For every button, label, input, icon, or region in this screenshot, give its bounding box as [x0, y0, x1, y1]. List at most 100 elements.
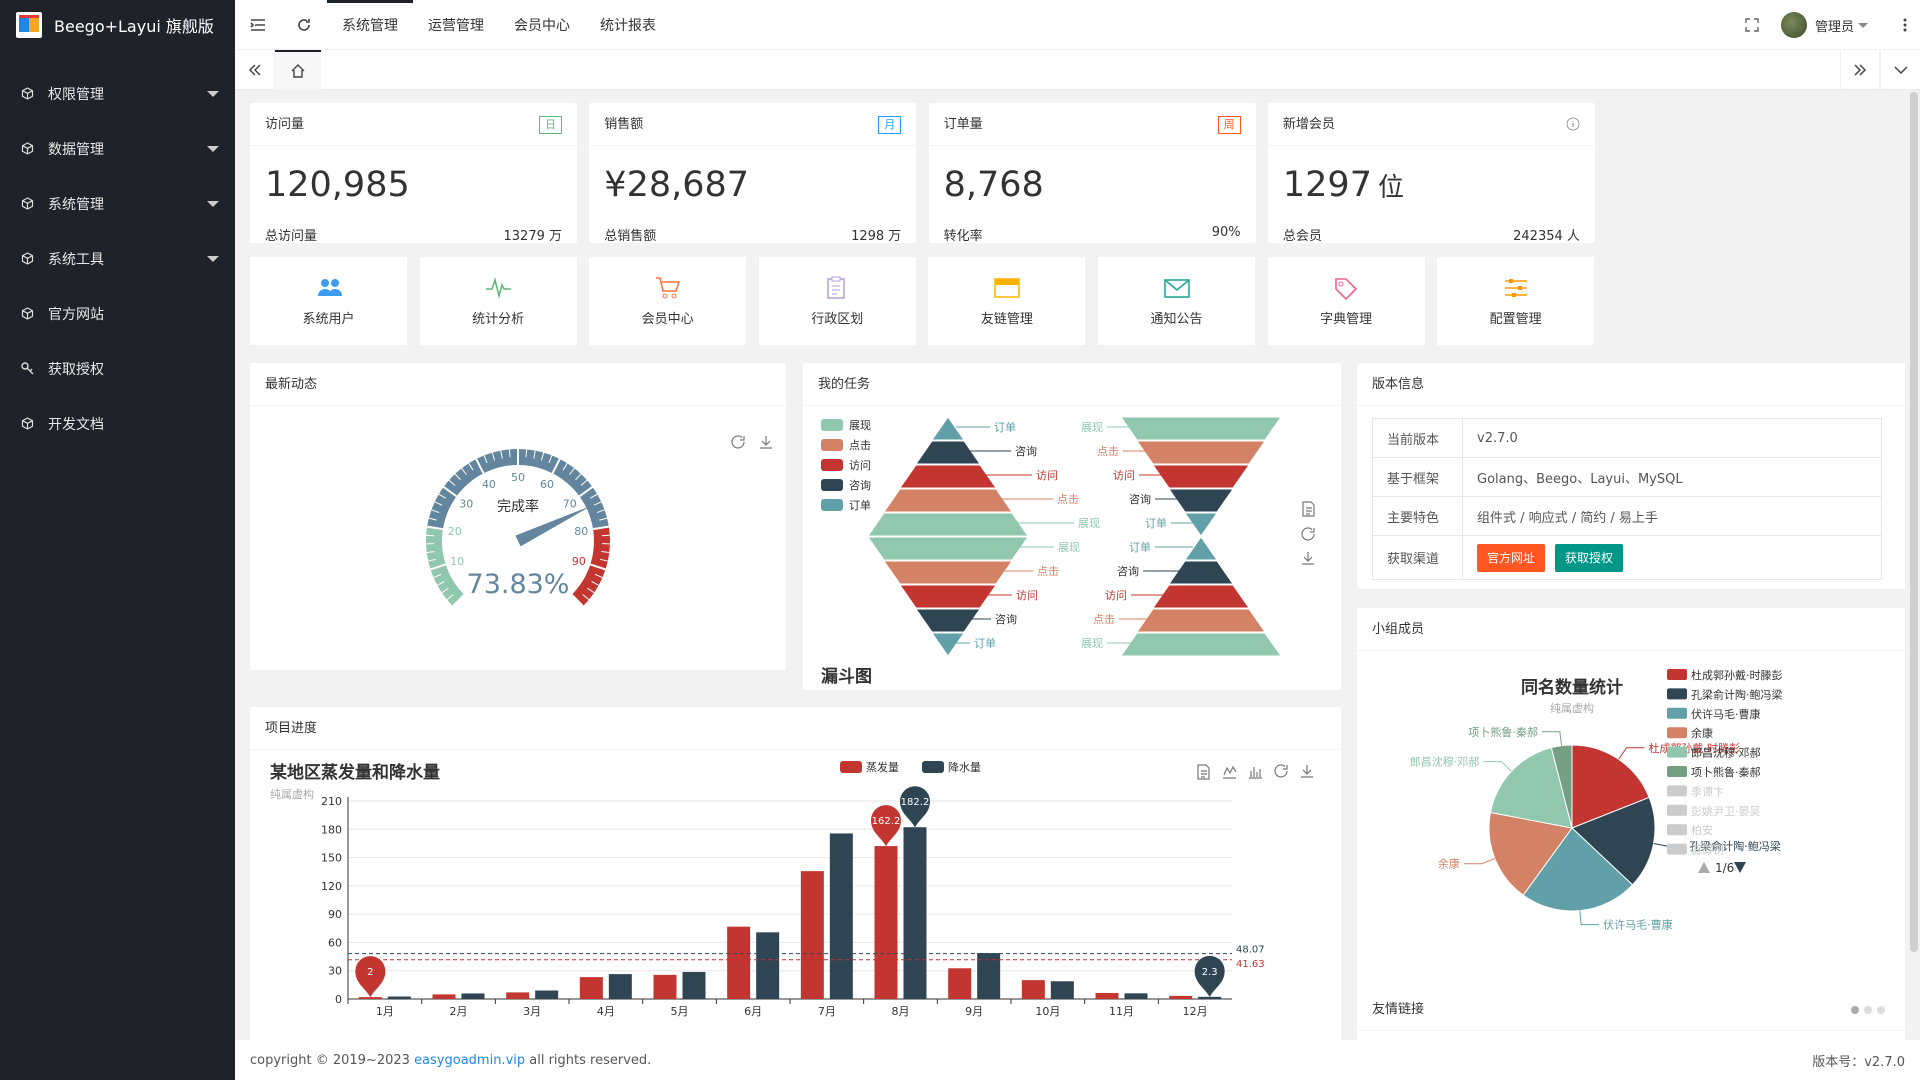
legend-swatch[interactable]	[821, 479, 843, 491]
bar[interactable]	[579, 977, 603, 999]
bar[interactable]	[1124, 993, 1148, 999]
bar[interactable]	[387, 996, 411, 999]
funnel-layer[interactable]	[867, 512, 1029, 537]
mark-point[interactable]: 182.2	[900, 786, 930, 828]
legend-label[interactable]: 展现	[849, 419, 871, 432]
funnel-layer[interactable]	[931, 632, 965, 657]
funnel-layer[interactable]	[883, 560, 1013, 585]
quick-link[interactable]: 通知公告	[1098, 257, 1255, 345]
legend-label[interactable]: 访问	[849, 459, 871, 472]
bar[interactable]	[1095, 992, 1119, 999]
data-view-icon[interactable]	[1302, 501, 1315, 517]
funnel-layer[interactable]	[1184, 512, 1218, 537]
legend-item[interactable]: 季谭卞	[1667, 784, 1724, 798]
bar[interactable]	[727, 926, 751, 999]
funnel-layer[interactable]	[867, 536, 1029, 561]
download-icon[interactable]	[1302, 552, 1314, 565]
legend-swatch[interactable]	[821, 439, 843, 451]
bar[interactable]	[756, 932, 780, 999]
funnel-layer[interactable]	[883, 488, 1013, 513]
mark-point[interactable]: 2.3	[1194, 955, 1225, 997]
bar[interactable]	[358, 997, 382, 999]
funnel-layer[interactable]	[915, 608, 981, 633]
legend-item[interactable]: 孔梁俞计陶·鲍冯梁	[1667, 687, 1783, 701]
legend-label[interactable]: 蒸发量	[866, 760, 899, 774]
page-up-icon[interactable]	[1698, 862, 1710, 873]
bar[interactable]	[506, 992, 530, 999]
line-chart-icon[interactable]	[1223, 765, 1237, 779]
funnel-layer[interactable]	[931, 416, 965, 441]
bar[interactable]	[800, 871, 824, 999]
quick-link[interactable]: 配置管理	[1437, 257, 1595, 345]
legend-item[interactable]: 蓝邱钥	[1667, 843, 1724, 857]
dot[interactable]	[1864, 1006, 1872, 1014]
info-icon[interactable]	[1566, 117, 1580, 131]
fullscreen-button[interactable]	[1729, 0, 1775, 50]
bar[interactable]	[874, 846, 898, 999]
funnel-layer[interactable]	[1168, 560, 1234, 585]
dot[interactable]	[1877, 1006, 1885, 1014]
restore-icon[interactable]	[731, 435, 745, 449]
legend-item[interactable]: 杜成郭孙戴·时滕彭	[1667, 668, 1783, 682]
bar[interactable]	[1021, 980, 1045, 999]
bar[interactable]	[432, 994, 456, 999]
legend-label[interactable]: 订单	[849, 499, 871, 512]
tabs-right-button[interactable]	[1840, 50, 1880, 90]
app-logo[interactable]: Beego+Layui 旗舰版	[0, 0, 235, 50]
user-menu[interactable]: 管理员	[1780, 12, 1890, 38]
page-scrollbar[interactable]	[1910, 92, 1918, 952]
sidebar-item[interactable]: 系统工具	[0, 231, 235, 286]
bar-chart-icon[interactable]	[1249, 767, 1262, 779]
top-nav-item[interactable]: 运营管理	[413, 0, 499, 50]
get-auth-button[interactable]: 获取授权	[1555, 543, 1624, 572]
legend-swatch[interactable]	[922, 761, 944, 773]
legend-label[interactable]: 咨询	[849, 478, 871, 492]
funnel-layer[interactable]	[1152, 464, 1250, 489]
funnel-layer[interactable]	[1168, 488, 1234, 513]
site-link[interactable]: easygoadmin.vip	[414, 1053, 525, 1068]
tab-home[interactable]	[275, 49, 321, 90]
quick-link[interactable]: 系统用户	[250, 257, 407, 345]
download-icon[interactable]	[1301, 765, 1313, 778]
legend-item[interactable]: 柏安	[1667, 823, 1713, 837]
bar[interactable]	[1198, 996, 1222, 999]
sidebar-item[interactable]: 开发文档	[0, 396, 235, 451]
sidebar-item[interactable]: 获取授权	[0, 341, 235, 396]
more-button[interactable]	[1890, 0, 1920, 50]
download-icon[interactable]	[760, 436, 772, 449]
data-view-icon[interactable]	[1197, 764, 1210, 780]
bar[interactable]	[653, 974, 677, 999]
funnel-layer[interactable]	[1136, 608, 1266, 633]
top-nav-item[interactable]: 统计报表	[585, 0, 671, 50]
sidebar-item[interactable]: 权限管理	[0, 66, 235, 121]
legend-label[interactable]: 点击	[849, 439, 871, 452]
legend-swatch[interactable]	[821, 459, 843, 471]
legend-item[interactable]: 伏许马毛·曹康	[1667, 707, 1761, 721]
top-nav-item[interactable]: 会员中心	[499, 0, 585, 50]
page-down-icon[interactable]	[1734, 862, 1746, 873]
carousel-dots[interactable]	[1851, 1006, 1885, 1014]
funnel-layer[interactable]	[1136, 440, 1266, 465]
sidebar-item[interactable]: 系统管理	[0, 176, 235, 231]
funnel-layer[interactable]	[1152, 584, 1250, 609]
bar[interactable]	[1169, 995, 1193, 999]
legend-swatch[interactable]	[821, 419, 843, 431]
top-nav-item[interactable]: 系统管理	[327, 0, 413, 50]
legend-swatch[interactable]	[840, 761, 862, 773]
dot[interactable]	[1851, 1006, 1859, 1014]
restore-icon[interactable]	[1301, 527, 1315, 541]
bar[interactable]	[608, 974, 632, 999]
restore-icon[interactable]	[1274, 764, 1288, 778]
funnel-layer[interactable]	[1120, 632, 1282, 657]
funnel-layer[interactable]	[1184, 536, 1218, 561]
funnel-layer[interactable]	[1120, 416, 1282, 441]
quick-link[interactable]: 友链管理	[928, 257, 1086, 345]
menu-toggle-button[interactable]	[235, 0, 281, 50]
bar[interactable]	[948, 968, 972, 999]
legend-swatch[interactable]	[821, 499, 843, 511]
legend-item[interactable]: 项卜熊鲁·秦郝	[1667, 765, 1761, 779]
legend-item[interactable]: 彭姚尹卫·晏吴	[1667, 804, 1761, 818]
sidebar-item[interactable]: 数据管理	[0, 121, 235, 176]
legend-item[interactable]: 余康	[1667, 726, 1713, 740]
funnel-layer[interactable]	[899, 464, 997, 489]
